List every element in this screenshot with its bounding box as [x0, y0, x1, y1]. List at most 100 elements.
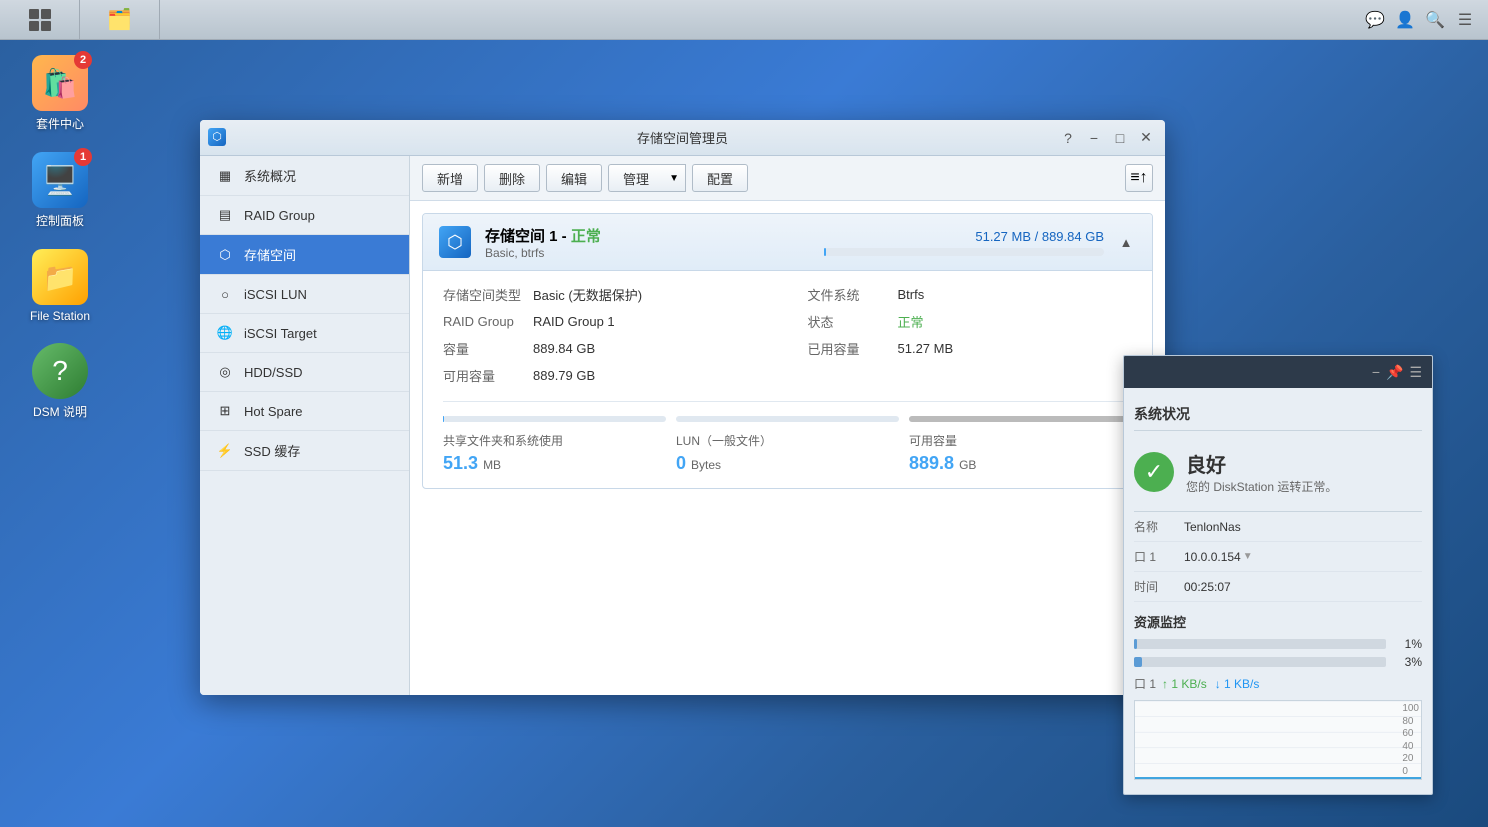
raid-value: RAID Group 1	[533, 314, 615, 329]
status-text: 良好	[1186, 449, 1337, 478]
manage-dropdown-arrow[interactable]: ▼	[663, 164, 686, 192]
net-label: 口 1	[1134, 675, 1156, 692]
status-panel-pin[interactable]: 📌	[1386, 364, 1403, 381]
resource-title: 资源监控	[1134, 612, 1422, 631]
edit-button[interactable]: 编辑	[546, 164, 602, 192]
sidebar-item-overview[interactable]: ▦ 系统概况	[200, 156, 409, 196]
breakdown-shared-col: 共享文件夹和系统使用 51.3 MB	[443, 432, 666, 474]
type-value-text: Basic	[533, 288, 565, 303]
cpu-bar-fill	[1134, 639, 1137, 649]
capacity-value: 889.84 GB	[533, 341, 595, 356]
menu-icon[interactable]: ☰	[1454, 9, 1476, 31]
lun-val: 0	[676, 453, 686, 473]
avail-unit: GB	[959, 458, 976, 472]
window-title-icon: ⬡	[208, 128, 228, 148]
desktop-icon-dsm-help[interactable]: ? DSM 说明	[20, 343, 100, 420]
minimize-button[interactable]: −	[1083, 127, 1105, 149]
sidebar-item-hot-spare[interactable]: ⊞ Hot Spare	[200, 392, 409, 431]
package-center-badge: 2	[74, 51, 92, 69]
window-title: 存储空间管理员	[637, 128, 728, 147]
maximize-button[interactable]: □	[1109, 127, 1131, 149]
status-panel-minimize[interactable]: −	[1372, 364, 1380, 381]
available-label: 可用容量	[443, 366, 533, 385]
status-value: 正常	[898, 312, 924, 331]
control-panel-badge: 1	[74, 148, 92, 166]
desktop-icon-file-station[interactable]: 📁 File Station	[20, 249, 100, 323]
ssd-cache-icon: ⚡	[216, 442, 234, 460]
capacity-label: 容量	[443, 339, 533, 358]
delete-button[interactable]: 删除	[484, 164, 540, 192]
storage-pool-status: 正常	[571, 228, 601, 245]
status-check-icon: ✓	[1134, 452, 1174, 492]
sort-button[interactable]: ≡↑	[1125, 164, 1153, 192]
desktop-icon-control-panel[interactable]: 🖥️ 1 控制面板	[20, 152, 100, 229]
message-icon[interactable]: 💬	[1364, 9, 1386, 31]
user-icon[interactable]: 👤	[1394, 9, 1416, 31]
sidebar-item-ssd-cache[interactable]: ⚡ SSD 缓存	[200, 431, 409, 471]
detail-row-type: 存储空间类型 Basic (无数据保护)	[443, 285, 768, 304]
raid-icon: ▤	[216, 206, 234, 224]
resource-row-mem: 3%	[1134, 655, 1422, 669]
storage-icon: ⬡	[216, 246, 234, 264]
chart-area: 100 80 60 40 20 0	[1134, 700, 1422, 780]
sidebar-item-iscsi-lun[interactable]: ○ iSCSI LUN	[200, 275, 409, 314]
info-name-label: 名称	[1134, 518, 1184, 535]
detail-row-capacity: 容量 889.84 GB	[443, 339, 768, 358]
chart-label-80: 80	[1402, 716, 1419, 727]
info-ip-dropdown[interactable]: 10.0.0.154 ▼	[1184, 550, 1253, 564]
breakdown-lun-value: 0 Bytes	[676, 453, 899, 474]
taskbar-right: 💬 👤 🔍 ☰	[1364, 9, 1488, 31]
chart-label-100: 100	[1402, 703, 1419, 714]
configure-button[interactable]: 配置	[692, 164, 748, 192]
storage-manager-window: ⬡ 存储空间管理员 ? − □ ✕ ▦ 系统概况 ▤ RAID Group	[200, 120, 1165, 695]
type-warn-text: (无数据保护)	[568, 288, 642, 303]
sidebar-item-hdd-ssd[interactable]: ◎ HDD/SSD	[200, 353, 409, 392]
breakdown-lun-bar	[676, 416, 899, 422]
status-panel-controls: − 📌 ☰	[1372, 364, 1422, 381]
storage-collapse-button[interactable]: ▲	[1114, 230, 1138, 254]
usage-bar-container	[824, 248, 1104, 256]
detail-row-fs: 文件系统 Btrfs	[808, 285, 1133, 304]
search-icon[interactable]: 🔍	[1424, 9, 1446, 31]
shared-val: 51.3	[443, 453, 478, 473]
used-label: 已用容量	[808, 339, 898, 358]
desktop: 🗂️ 💬 👤 🔍 ☰ 🛍️ 2 套件中心 🖥️ 1 控制面板	[0, 0, 1488, 827]
add-button[interactable]: 新增	[422, 164, 478, 192]
sidebar-item-raid-group[interactable]: ▤ RAID Group	[200, 196, 409, 235]
packages-icon	[29, 9, 51, 31]
sidebar-item-storage-pool[interactable]: ⬡ 存储空间	[200, 235, 409, 275]
file-station-icon: 📁	[32, 249, 88, 305]
desktop-icon-package-center[interactable]: 🛍️ 2 套件中心	[20, 55, 100, 132]
sidebar-item-iscsi-lun-label: iSCSI LUN	[244, 287, 307, 302]
sidebar-item-raid-label: RAID Group	[244, 208, 315, 223]
status-panel-menu[interactable]: ☰	[1409, 364, 1422, 381]
package-center-label: 套件中心	[36, 115, 84, 132]
sidebar-item-iscsi-target[interactable]: 🌐 iSCSI Target	[200, 314, 409, 353]
taskbar-app-filstation[interactable]: 🗂️	[80, 0, 160, 40]
window-body: ▦ 系统概况 ▤ RAID Group ⬡ 存储空间 ○ iSCSI LUN 🌐	[200, 156, 1165, 695]
usage-breakdown: 共享文件夹和系统使用 51.3 MB LUN（一般文件） 0	[443, 401, 1132, 474]
taskbar-app-packages[interactable]	[0, 0, 80, 40]
sidebar-item-hot-spare-label: Hot Spare	[244, 404, 303, 419]
net-up: ↑ 1 KB/s	[1162, 677, 1207, 691]
taskbar-left: 🗂️	[0, 0, 1364, 40]
breakdown-available-value: 889.8 GB	[909, 453, 1132, 474]
breakdown-available-col: 可用容量 889.8 GB	[909, 432, 1132, 474]
fs-value: Btrfs	[898, 287, 925, 302]
usage-text: 51.27 MB / 889.84 GB	[824, 229, 1104, 244]
iscsi-target-icon: 🌐	[216, 324, 234, 342]
breakdown-labels: 共享文件夹和系统使用 51.3 MB LUN（一般文件） 0	[443, 432, 1132, 474]
status-panel-title: 系统状况	[1134, 398, 1422, 431]
chart-labels: 100 80 60 40 20 0	[1402, 701, 1419, 779]
breakdown-lun-title: LUN（一般文件）	[676, 432, 899, 449]
control-panel-label: 控制面板	[36, 212, 84, 229]
close-button[interactable]: ✕	[1135, 127, 1157, 149]
sidebar-item-ssd-cache-label: SSD 缓存	[244, 441, 300, 460]
net-down: ↓ 1 KB/s	[1215, 677, 1260, 691]
hot-spare-icon: ⊞	[216, 402, 234, 420]
manage-dropdown: 管理 ▼	[608, 164, 686, 192]
breakdown-shared-bar	[443, 416, 666, 422]
manage-button[interactable]: 管理	[608, 164, 663, 192]
info-name-value: TenlonNas	[1184, 520, 1241, 534]
help-button[interactable]: ?	[1057, 127, 1079, 149]
